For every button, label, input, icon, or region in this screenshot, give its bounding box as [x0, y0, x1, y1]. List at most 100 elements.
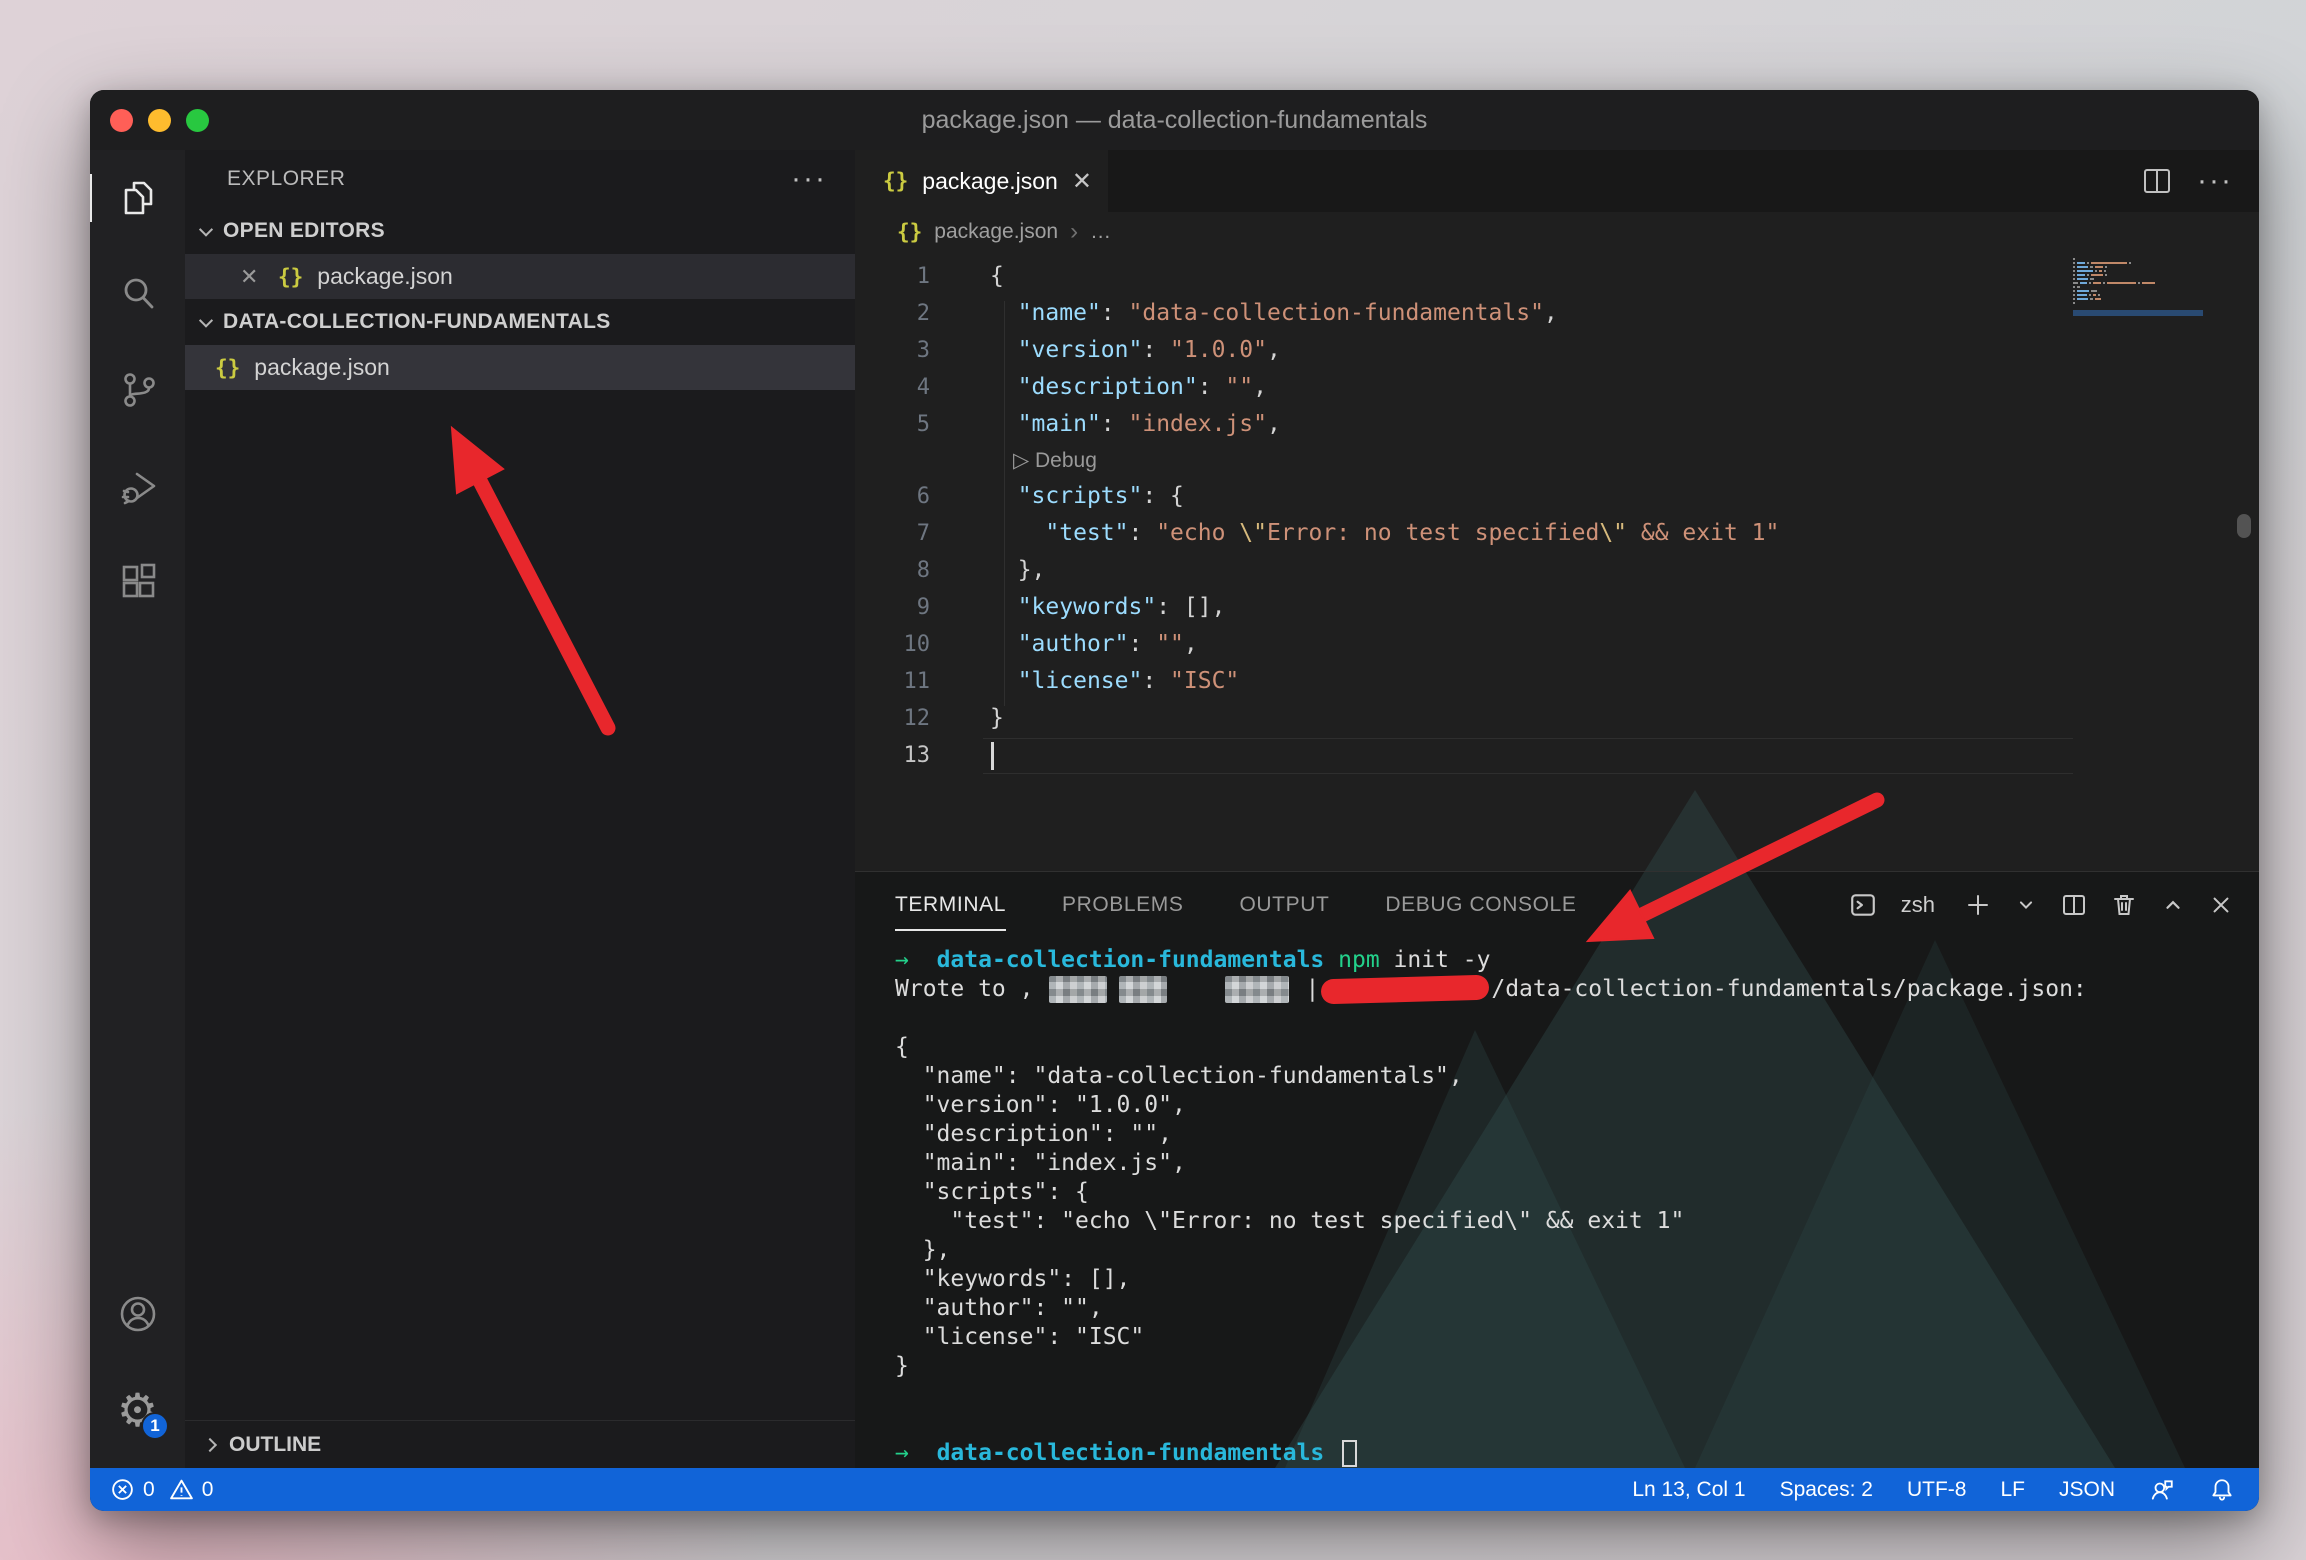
code-line[interactable]: 2 "name": "data-collection-fundamentals"… — [855, 295, 2259, 332]
minimap[interactable] — [2073, 258, 2203, 310]
code-line[interactable]: 9 "keywords": [], — [855, 589, 2259, 626]
terminal-line: } — [895, 1352, 2259, 1381]
open-editors-section[interactable]: OPEN EDITORS — [185, 208, 855, 254]
redaction-blur — [1119, 976, 1167, 1003]
chevron-down-icon — [199, 223, 213, 237]
tab-output[interactable]: OUTPUT — [1239, 887, 1329, 923]
breadcrumb[interactable]: {} package.json › … — [855, 212, 2259, 252]
code-line[interactable]: 10 "author": "", — [855, 626, 2259, 663]
close-editor-icon[interactable]: ✕ — [240, 264, 260, 290]
maximize-panel-icon[interactable] — [2161, 893, 2185, 917]
json-file-icon: {} — [897, 220, 922, 244]
indentation[interactable]: Spaces: 2 — [1780, 1478, 1873, 1502]
text-cursor — [991, 742, 994, 770]
code-line[interactable]: 6 "scripts": { — [855, 478, 2259, 515]
code-line[interactable]: 4 "description": "", — [855, 369, 2259, 406]
code-editor[interactable]: 1{2 "name": "data-collection-fundamental… — [855, 252, 2259, 871]
json-file-icon: {} — [278, 265, 303, 289]
open-editor-item-package-json[interactable]: ✕ {} package.json — [185, 254, 855, 299]
terminal-cursor — [1342, 1440, 1357, 1467]
language-mode[interactable]: JSON — [2059, 1478, 2115, 1502]
outline-section[interactable]: OUTLINE — [185, 1420, 855, 1468]
close-panel-icon[interactable] — [2209, 893, 2233, 917]
zoom-window-button[interactable] — [186, 109, 209, 132]
tab-close-icon[interactable]: ✕ — [1072, 167, 1092, 196]
terminal-line: }, — [895, 1236, 2259, 1265]
panel-header: TERMINAL PROBLEMS OUTPUT DEBUG CONSOLE z… — [855, 872, 2259, 937]
code-line[interactable]: 11 "license": "ISC" — [855, 663, 2259, 700]
code-line[interactable]: 12} — [855, 700, 2259, 737]
activity-bar: ⚙ 1 — [90, 150, 185, 1468]
status-bar: 0 0 Ln 13, Col 1 Spaces: 2 UTF-8 LF JSON — [90, 1468, 2259, 1511]
code-line[interactable]: 7 "test": "echo \"Error: no test specifi… — [855, 515, 2259, 552]
terminal-line: "main": "index.js", — [895, 1149, 2259, 1178]
code-lines: 1{2 "name": "data-collection-fundamental… — [855, 258, 2259, 774]
notifications-bell-icon[interactable] — [2209, 1477, 2235, 1503]
extensions-icon[interactable] — [90, 534, 185, 630]
breadcrumb-separator-icon: › — [1070, 218, 1078, 246]
terminal-dropdown-icon[interactable] — [2015, 894, 2037, 916]
new-terminal-icon[interactable] — [1965, 892, 1991, 918]
error-icon — [110, 1477, 135, 1502]
chevron-right-icon — [203, 1437, 217, 1451]
split-terminal-icon[interactable] — [2061, 892, 2087, 918]
warning-icon — [169, 1477, 194, 1502]
terminal-line: "name": "data-collection-fundamentals", — [895, 1062, 2259, 1091]
code-line[interactable]: 5 "main": "index.js", — [855, 406, 2259, 443]
terminal-line: "description": "", — [895, 1120, 2259, 1149]
code-line[interactable]: 13 — [855, 737, 2259, 774]
terminal-line: { — [895, 1033, 2259, 1062]
terminal-line: "keywords": [], — [895, 1265, 2259, 1294]
settings-badge: 1 — [141, 1412, 169, 1440]
tab-terminal[interactable]: TERMINAL — [895, 887, 1006, 923]
encoding[interactable]: UTF-8 — [1907, 1478, 1967, 1502]
terminal-shell-icon — [1849, 891, 1877, 919]
code-line[interactable]: 3 "version": "1.0.0", — [855, 332, 2259, 369]
run-debug-icon[interactable] — [90, 438, 185, 534]
source-control-icon[interactable] — [90, 342, 185, 438]
shell-name: zsh — [1901, 892, 1935, 918]
explorer-more-actions-icon[interactable]: ··· — [791, 162, 827, 196]
explorer-icon[interactable] — [90, 150, 185, 246]
accounts-icon[interactable] — [90, 1266, 185, 1362]
terminal-line: "scripts": { — [895, 1178, 2259, 1207]
tab-problems[interactable]: PROBLEMS — [1062, 887, 1184, 923]
kill-terminal-icon[interactable] — [2111, 892, 2137, 918]
terminal-line: → data-collection-fundamentals npm init … — [895, 946, 2259, 975]
code-line[interactable]: 8 }, — [855, 552, 2259, 589]
title-bar: package.json — data-collection-fundament… — [90, 90, 2259, 150]
editor-more-actions-icon[interactable]: ··· — [2197, 164, 2233, 198]
terminal-line — [895, 1381, 2259, 1410]
sidebar-title: EXPLORER — [227, 167, 345, 191]
terminal-line: "author": "", — [895, 1294, 2259, 1323]
terminal-line: "test": "echo \"Error: no test specified… — [895, 1207, 2259, 1236]
split-editor-icon[interactable] — [2143, 168, 2171, 194]
minimize-window-button[interactable] — [148, 109, 171, 132]
codelens-debug[interactable]: ▷ Debug — [1013, 449, 1097, 472]
feedback-icon[interactable] — [2149, 1477, 2175, 1503]
vscode-window: package.json — data-collection-fundament… — [90, 90, 2259, 1511]
code-line[interactable]: 1{ — [855, 258, 2259, 295]
editor-scrollbar[interactable] — [2237, 514, 2251, 538]
tab-package-json[interactable]: {} package.json ✕ — [855, 150, 1108, 212]
minimap-current-line — [2073, 310, 2203, 316]
settings-gear-icon[interactable]: ⚙ 1 — [90, 1362, 185, 1458]
tree-item-package-json[interactable]: {} package.json — [185, 345, 855, 390]
search-icon[interactable] — [90, 246, 185, 342]
redaction-blur — [1049, 976, 1107, 1003]
close-window-button[interactable] — [110, 109, 133, 132]
cursor-position[interactable]: Ln 13, Col 1 — [1632, 1478, 1745, 1502]
problems-status[interactable]: 0 0 — [110, 1477, 213, 1502]
terminal-content[interactable]: → data-collection-fundamentals npm init … — [855, 937, 2259, 1468]
panel: TERMINAL PROBLEMS OUTPUT DEBUG CONSOLE z… — [855, 871, 2259, 1468]
traffic-lights — [110, 109, 209, 132]
redaction-marker — [1321, 975, 1490, 1005]
window-title: package.json — data-collection-fundament… — [922, 106, 1428, 135]
redaction-blur — [1225, 976, 1289, 1003]
tab-debug-console[interactable]: DEBUG CONSOLE — [1385, 887, 1576, 923]
eol-sequence[interactable]: LF — [2000, 1478, 2025, 1502]
json-file-icon: {} — [883, 169, 908, 193]
folder-section-header[interactable]: DATA-COLLECTION-FUNDAMENTALS — [185, 299, 855, 345]
editor-group: {} package.json ✕ ··· {} — [855, 150, 2259, 871]
terminal-line: Wrote to ,|/data-collection-fundamentals… — [895, 975, 2259, 1004]
